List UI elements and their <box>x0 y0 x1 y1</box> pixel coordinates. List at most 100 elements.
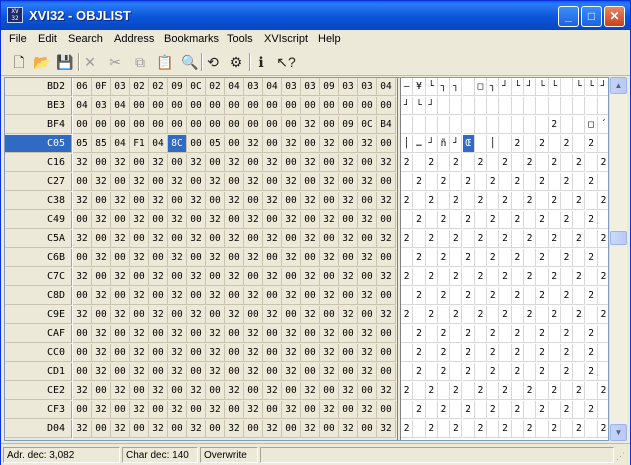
char-cell[interactable] <box>524 287 537 305</box>
char-cell[interactable]: 2 <box>413 325 426 343</box>
char-cell[interactable] <box>499 135 512 153</box>
char-cell[interactable] <box>511 192 524 210</box>
char-cell[interactable]: 2 <box>462 249 475 267</box>
char-cell[interactable]: 2 <box>437 249 451 267</box>
hex-cell[interactable]: 32 <box>301 268 320 286</box>
char-cell[interactable] <box>597 363 608 381</box>
hex-cell[interactable]: 32 <box>206 363 225 381</box>
char-cell[interactable]: 2 <box>560 211 574 229</box>
hex-cell[interactable]: 03 <box>282 78 301 96</box>
char-cell[interactable] <box>437 192 451 210</box>
char-cell[interactable]: 2 <box>511 344 524 362</box>
hex-cell[interactable]: 00 <box>206 116 225 134</box>
hex-cell[interactable]: 32 <box>263 192 282 210</box>
char-cell[interactable]: 2 <box>536 344 549 362</box>
hex-cell[interactable]: 32 <box>282 211 301 229</box>
hex-cell[interactable]: 00 <box>92 230 111 248</box>
char-cell[interactable]: 2 <box>401 230 414 248</box>
hex-cell[interactable]: 03 <box>301 78 320 96</box>
menu-tools[interactable]: Tools <box>227 33 253 45</box>
hex-cell[interactable]: 00 <box>263 363 282 381</box>
char-cell[interactable]: 2 <box>425 192 438 210</box>
hex-cell[interactable]: 00 <box>130 116 149 134</box>
hex-cell[interactable]: 32 <box>168 325 187 343</box>
hex-cell[interactable]: 32 <box>130 363 149 381</box>
char-cell[interactable] <box>401 401 414 419</box>
hex-cell[interactable]: 00 <box>225 287 244 305</box>
hex-cell[interactable]: 32 <box>206 249 225 267</box>
hex-cell[interactable]: 32 <box>377 420 396 438</box>
hex-cell[interactable]: 32 <box>92 173 111 191</box>
copy-icon[interactable]: ⧉ <box>130 52 150 72</box>
char-cell[interactable]: ┘ <box>401 97 414 115</box>
hex-cell[interactable]: 32 <box>149 306 168 324</box>
char-cell[interactable] <box>573 97 586 115</box>
hex-cell[interactable]: 32 <box>244 325 263 343</box>
hex-cell[interactable]: 8C <box>168 135 187 153</box>
char-cell[interactable] <box>450 116 463 134</box>
char-cell[interactable] <box>413 116 426 134</box>
char-cell[interactable]: 2 <box>450 230 463 248</box>
char-cell[interactable] <box>474 325 488 343</box>
hex-cell[interactable]: 32 <box>339 420 358 438</box>
hex-cell[interactable]: 00 <box>263 173 282 191</box>
hex-cell[interactable]: 32 <box>73 230 92 248</box>
char-cell[interactable]: 2 <box>450 154 463 172</box>
char-cell[interactable]: 2 <box>413 401 426 419</box>
char-cell[interactable]: 2 <box>573 154 586 172</box>
hex-cell[interactable]: 00 <box>244 116 263 134</box>
hex-cell[interactable]: 00 <box>263 135 282 153</box>
char-cell[interactable]: 2 <box>511 249 524 267</box>
hex-cell[interactable]: 00 <box>206 230 225 248</box>
hex-cell[interactable]: 32 <box>339 230 358 248</box>
char-cell[interactable] <box>487 382 500 400</box>
hex-cell[interactable]: 32 <box>377 192 396 210</box>
hex-cell[interactable]: 00 <box>168 97 187 115</box>
settings-icon[interactable]: ⚙ <box>226 52 246 72</box>
char-cell[interactable] <box>462 230 475 248</box>
hex-cell[interactable]: 00 <box>377 135 396 153</box>
char-cell[interactable] <box>437 116 451 134</box>
hex-cell[interactable]: 32 <box>168 173 187 191</box>
hex-cell[interactable]: 00 <box>206 268 225 286</box>
hex-cell[interactable]: 00 <box>206 192 225 210</box>
hex-cell[interactable]: 32 <box>92 401 111 419</box>
hex-cell[interactable]: 04 <box>149 135 168 153</box>
hex-cell[interactable]: 00 <box>263 97 282 115</box>
hex-cell[interactable]: 32 <box>301 420 320 438</box>
hex-cell[interactable]: 00 <box>92 306 111 324</box>
hex-cell[interactable]: 00 <box>149 363 168 381</box>
char-cell[interactable] <box>401 363 414 381</box>
hex-cell[interactable]: 00 <box>111 249 130 267</box>
hex-cell[interactable]: 32 <box>301 382 320 400</box>
hex-cell[interactable]: 32 <box>206 173 225 191</box>
char-cell[interactable]: 2 <box>511 325 524 343</box>
char-cell[interactable] <box>425 173 438 191</box>
hex-cell[interactable]: 00 <box>282 268 301 286</box>
menu-edit[interactable]: Edit <box>38 33 57 45</box>
hex-cell[interactable]: 00 <box>282 116 301 134</box>
delete-icon[interactable]: ✕ <box>80 52 100 72</box>
char-cell[interactable] <box>597 249 608 267</box>
char-cell[interactable]: ñ <box>437 135 451 153</box>
char-cell[interactable] <box>548 173 561 191</box>
hex-cell[interactable]: 00 <box>187 344 206 362</box>
char-cell[interactable] <box>499 116 512 134</box>
hex-cell[interactable]: 32 <box>339 268 358 286</box>
hex-cell[interactable]: 00 <box>377 287 396 305</box>
char-cell[interactable] <box>487 97 500 115</box>
char-cell[interactable]: 2 <box>524 420 537 438</box>
scroll-down-button[interactable]: ▼ <box>610 424 627 441</box>
char-cell[interactable] <box>548 249 561 267</box>
hex-cell[interactable]: 00 <box>320 306 339 324</box>
hex-cell[interactable]: 00 <box>301 173 320 191</box>
char-cell[interactable] <box>450 325 463 343</box>
hex-cell[interactable]: 32 <box>358 363 377 381</box>
hex-cell[interactable]: 00 <box>149 401 168 419</box>
char-cell[interactable] <box>536 420 549 438</box>
hex-cell[interactable]: 00 <box>92 116 111 134</box>
char-cell[interactable] <box>499 211 512 229</box>
hex-cell[interactable]: 00 <box>301 249 320 267</box>
char-cell[interactable]: 2 <box>524 192 537 210</box>
hex-cell[interactable]: 32 <box>149 382 168 400</box>
